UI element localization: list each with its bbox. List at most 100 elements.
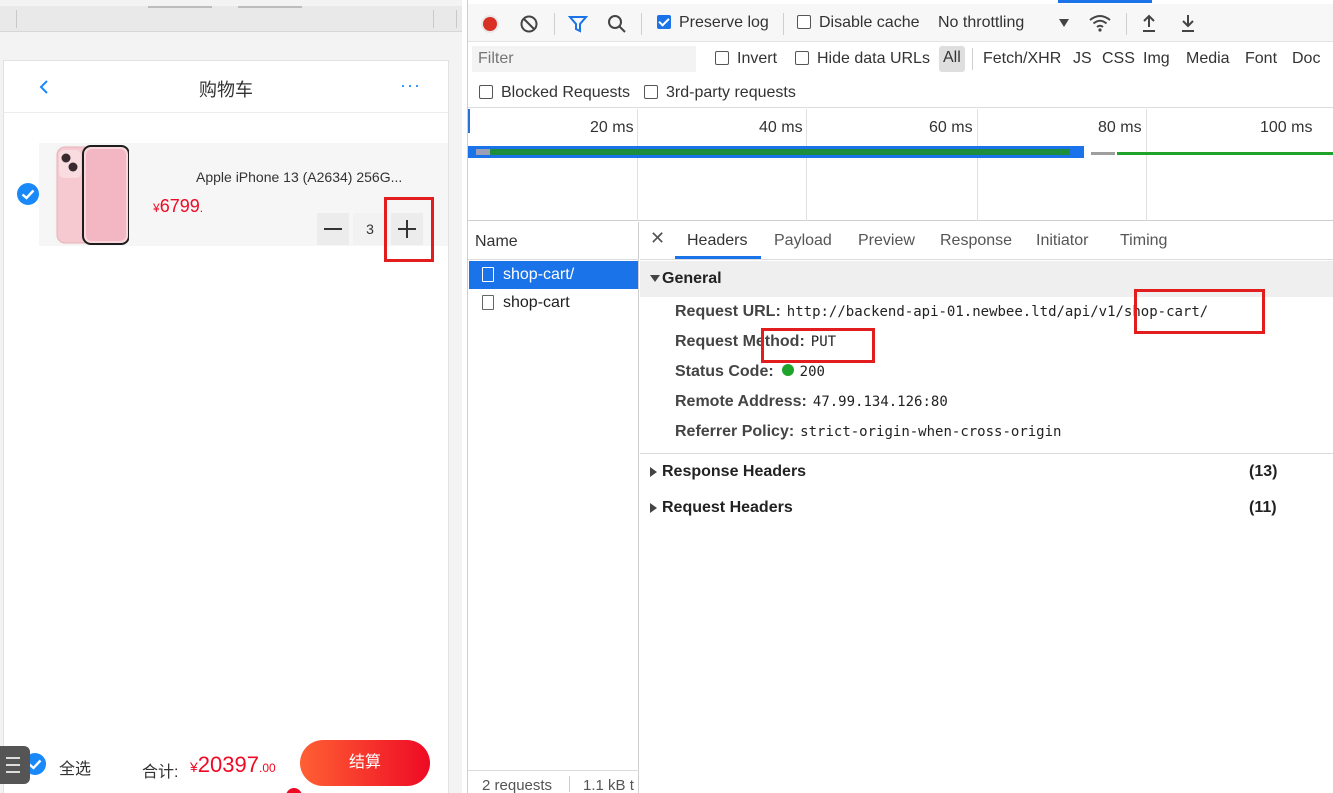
product-price: ¥6799. — [153, 196, 203, 217]
tab-timing[interactable]: Timing — [1120, 232, 1167, 250]
divider — [1126, 13, 1127, 35]
name-header-label: Name — [475, 233, 518, 250]
tab-sliver — [238, 6, 302, 8]
close-icon[interactable]: ✕ — [650, 228, 665, 249]
filter-bar: Invert Hide data URLs All Fetch/XHR JS C… — [468, 42, 1333, 108]
collapse-triangle-icon — [650, 467, 657, 477]
annotation-box-url-path — [1134, 289, 1265, 334]
minus-icon — [324, 228, 342, 230]
tab-preview[interactable]: Preview — [858, 232, 915, 250]
timeline-tick: 100 ms — [1260, 119, 1313, 136]
decrease-button[interactable] — [317, 213, 349, 245]
divider — [783, 13, 784, 35]
header-value[interactable]: 200 — [800, 364, 825, 380]
blocked-requests-toggle[interactable]: Blocked Requests — [479, 84, 630, 102]
clear-icon[interactable] — [519, 14, 539, 34]
header-value[interactable]: strict-origin-when-cross-origin — [800, 424, 1061, 440]
checkout-button[interactable]: 结算 — [300, 740, 430, 786]
hide-data-urls-checkbox[interactable] — [795, 51, 809, 65]
tab-response[interactable]: Response — [940, 232, 1012, 250]
timeline-request-bar — [1117, 152, 1333, 155]
tab-payload[interactable]: Payload — [774, 232, 832, 250]
currency-symbol: ¥ — [153, 201, 160, 215]
type-filter-media[interactable]: Media — [1186, 50, 1230, 68]
preserve-log-toggle[interactable]: Preserve log — [657, 14, 769, 32]
disable-cache-checkbox[interactable] — [797, 15, 811, 29]
preserve-log-checkbox[interactable] — [657, 15, 671, 29]
request-headers-section-header[interactable]: Request Headers (11) — [640, 490, 1333, 526]
section-title: Request Headers — [662, 499, 793, 516]
status-code-row: Status Code: 200 — [675, 363, 825, 381]
throttling-select[interactable]: No throttling — [938, 14, 1024, 32]
timeline-tick: 40 ms — [759, 119, 803, 136]
filter-icon[interactable] — [568, 14, 588, 34]
divider — [433, 10, 434, 28]
request-row[interactable]: shop-cart — [469, 289, 638, 317]
type-filter-doc[interactable]: Doc — [1292, 50, 1320, 68]
submit-bar: 全选 合计: ¥20397.00 结算 — [4, 733, 448, 793]
tab-headers[interactable]: Headers — [687, 232, 747, 250]
nav-bar: 购物车 ··· — [4, 61, 448, 113]
annotation-box-method — [761, 328, 875, 363]
throttling-label: No throttling — [938, 14, 1025, 31]
more-options-icon[interactable]: ··· — [400, 75, 421, 96]
expand-triangle-icon — [650, 275, 660, 282]
request-list: Name shop-cart/ shop-cart 2 requests 1.1… — [468, 222, 639, 793]
disable-cache-toggle[interactable]: Disable cache — [797, 14, 920, 32]
filter-input[interactable] — [472, 46, 696, 72]
request-url-row: Request URL: http://backend-api-01.newbee… — [675, 303, 1208, 321]
hide-data-urls-toggle[interactable]: Hide data URLs — [795, 50, 930, 68]
timeline-tick: 60 ms — [929, 119, 973, 136]
total-label: 合计: — [142, 764, 179, 781]
document-icon — [482, 295, 494, 310]
request-row[interactable]: shop-cart/ — [469, 261, 638, 289]
network-conditions-icon[interactable] — [1088, 13, 1112, 33]
blocked-requests-label: Blocked Requests — [501, 84, 630, 101]
third-party-checkbox[interactable] — [644, 85, 658, 99]
product-title[interactable]: Apple iPhone 13 (A2634) 256G... — [196, 169, 402, 185]
hide-data-urls-label: Hide data URLs — [817, 50, 930, 67]
request-name: shop-cart/ — [503, 266, 575, 283]
floating-menu-icon[interactable] — [0, 746, 30, 784]
export-har-icon[interactable] — [1179, 13, 1197, 33]
chevron-down-icon[interactable] — [1058, 18, 1070, 28]
type-filter-all[interactable]: All — [939, 46, 965, 72]
item-checkbox[interactable] — [16, 182, 40, 206]
invert-checkbox[interactable] — [715, 51, 729, 65]
third-party-toggle[interactable]: 3rd-party requests — [644, 84, 796, 102]
timeline-cursor — [468, 109, 470, 133]
type-filter-css[interactable]: CSS — [1102, 50, 1135, 68]
timeline-gridline — [806, 109, 807, 221]
blocked-requests-checkbox[interactable] — [479, 85, 493, 99]
select-all-label[interactable]: 全选 — [59, 755, 91, 779]
import-har-icon[interactable] — [1140, 13, 1158, 33]
timeline-overview[interactable]: 20 ms 40 ms 60 ms 80 ms 100 ms — [468, 109, 1333, 221]
remote-address-row: Remote Address: 47.99.134.126:80 — [675, 393, 948, 411]
divider — [456, 10, 457, 28]
header-count: (13) — [1249, 463, 1278, 480]
quantity-input[interactable]: 3 — [353, 213, 387, 245]
divider — [972, 48, 973, 70]
total-price: ¥20397.00 — [190, 752, 276, 778]
type-filter-img[interactable]: Img — [1143, 50, 1170, 68]
header-key: Request URL: — [675, 303, 781, 320]
header-value[interactable]: 47.99.134.126:80 — [813, 394, 948, 410]
price-integer: 6799 — [159, 196, 200, 216]
section-title: General — [662, 270, 722, 287]
price-decimal: . — [199, 201, 204, 215]
type-filter-font[interactable]: Font — [1245, 50, 1277, 68]
type-filter-js[interactable]: JS — [1073, 50, 1092, 68]
response-headers-section-header[interactable]: Response Headers (13) — [640, 454, 1333, 490]
divider — [16, 10, 17, 28]
header-key: Remote Address: — [675, 393, 807, 410]
timeline-request-bar — [490, 149, 1070, 155]
search-icon[interactable] — [607, 14, 627, 34]
invert-toggle[interactable]: Invert — [715, 50, 777, 68]
tab-initiator[interactable]: Initiator — [1036, 232, 1088, 250]
type-filter-fetch-xhr[interactable]: Fetch/XHR — [983, 50, 1061, 68]
invert-label: Invert — [737, 50, 778, 67]
record-icon[interactable] — [480, 14, 500, 34]
product-image[interactable] — [55, 145, 129, 245]
name-column-header[interactable]: Name — [468, 222, 639, 260]
divider — [554, 13, 555, 35]
